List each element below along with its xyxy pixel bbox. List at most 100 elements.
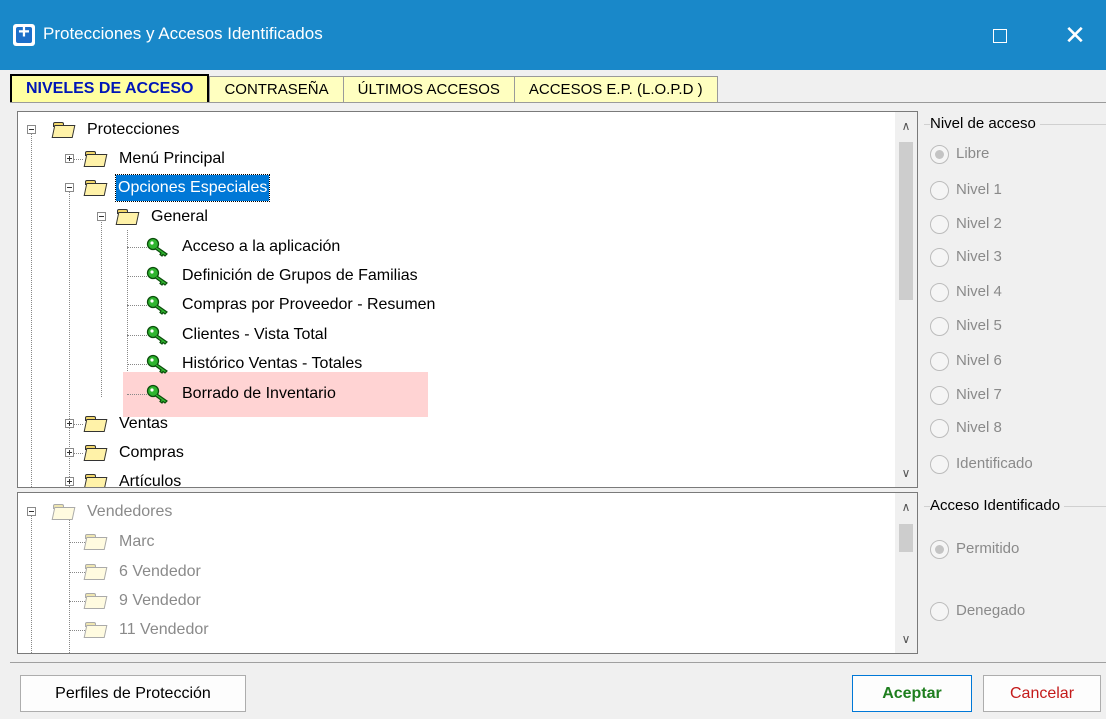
radio-identificado[interactable]: Identificado: [930, 453, 1033, 475]
tree-node-label: Opciones Especiales: [114, 174, 271, 202]
protecciones-tree[interactable]: Protecciones Menú Principal Opciones Esp…: [17, 111, 918, 488]
group-title: Nivel de acceso: [930, 115, 1040, 132]
radio-nivel-3[interactable]: Nivel 3: [930, 246, 1002, 268]
tree-node-vendedor[interactable]: 11 Vendedor: [18, 617, 888, 643]
tab-label: CONTRASEÑA: [224, 81, 329, 98]
tree-node-label: 9 Vendedor: [119, 592, 201, 609]
radio-label: Denegado: [956, 602, 1026, 619]
tree-node-label: Ventas: [119, 415, 168, 432]
radio-label: Nivel 7: [956, 386, 1002, 403]
radio-label: Nivel 2: [956, 215, 1002, 232]
tab-strip: NIVELES DE ACCESO CONTRASEÑA ÚLTIMOS ACC…: [10, 74, 718, 103]
radio-denegado[interactable]: Denegado: [930, 600, 1025, 622]
expand-icon[interactable]: [65, 477, 74, 486]
radio-nivel-5[interactable]: Nivel 5: [930, 315, 1002, 337]
vendedores-tree[interactable]: Vendedores Marc 6 Vendedor 9 Vendedor 11…: [17, 492, 918, 654]
tree-node-protecciones[interactable]: Protecciones: [18, 117, 888, 143]
scroll-up-icon[interactable]: ∧: [895, 116, 917, 136]
collapse-icon[interactable]: [27, 507, 36, 516]
title-bar: Protecciones y Accesos Identificados ✕: [0, 0, 1106, 70]
tree-line: [127, 364, 147, 365]
tree-line: [127, 335, 147, 336]
tree-node-label: Compras: [119, 444, 184, 461]
folder-open-icon: [85, 622, 106, 637]
radio-nivel-1[interactable]: Nivel 1: [930, 179, 1002, 201]
tree-node-definicion-grupos[interactable]: Definición de Grupos de Familias: [18, 263, 888, 289]
tree-node-borrado-inventario[interactable]: Borrado de Inventario: [18, 381, 888, 407]
maximize-button[interactable]: [980, 18, 1020, 52]
tree-line: [69, 601, 85, 602]
tab-niveles-de-acceso[interactable]: NIVELES DE ACCESO: [10, 74, 210, 103]
tree-node-compras[interactable]: Compras: [18, 440, 888, 466]
tree-scrollbar[interactable]: ∧ ∨: [895, 493, 917, 653]
tab-contrasena[interactable]: CONTRASEÑA: [209, 76, 343, 103]
folder-open-icon: [85, 474, 106, 487]
tree-line: [69, 630, 85, 631]
collapse-icon[interactable]: [27, 125, 36, 134]
tree-node-vendedor[interactable]: 9 Vendedor: [18, 588, 888, 614]
scroll-thumb[interactable]: [899, 142, 913, 300]
tree-line: [69, 542, 85, 543]
radio-nivel-6[interactable]: Nivel 6: [930, 350, 1002, 372]
scroll-up-icon[interactable]: ∧: [895, 497, 917, 517]
app-icon: [13, 21, 35, 46]
radio-label: Nivel 3: [956, 248, 1002, 265]
tree-node-label: Histórico Ventas - Totales: [182, 355, 363, 372]
tree-node-label: Compras por Proveedor - Resumen: [182, 296, 436, 313]
tab-label: NIVELES DE ACCESO: [26, 80, 194, 97]
tree-node-label: Definición de Grupos de Familias: [182, 267, 418, 284]
tree-node-label: Artículos: [119, 473, 182, 488]
accept-button[interactable]: Aceptar: [852, 675, 972, 712]
expand-icon[interactable]: [65, 419, 74, 428]
expand-icon[interactable]: [65, 154, 74, 163]
folder-open-icon: [53, 122, 74, 137]
tree-node-opciones-especiales[interactable]: Opciones Especiales: [18, 174, 888, 202]
tree-node-vendedor[interactable]: Marc: [18, 529, 888, 555]
key-icon: [146, 237, 168, 257]
folder-open-icon: [85, 151, 106, 166]
acceso-identificado-group: Acceso Identificado Permitido Denegado: [924, 497, 1106, 647]
tab-ultimos-accesos[interactable]: ÚLTIMOS ACCESOS: [342, 76, 514, 103]
tree-line: [127, 276, 147, 277]
tree-node-menu-principal[interactable]: Menú Principal: [18, 146, 888, 172]
folder-open-icon: [85, 416, 106, 431]
cancel-button[interactable]: Cancelar: [983, 675, 1101, 712]
collapse-icon[interactable]: [97, 212, 106, 221]
perfiles-proteccion-button[interactable]: Perfiles de Protección: [20, 675, 246, 712]
radio-label: Nivel 4: [956, 283, 1002, 300]
radio-nivel-7[interactable]: Nivel 7: [930, 384, 1002, 406]
tree-scrollbar[interactable]: ∧ ∨: [895, 112, 917, 487]
scroll-thumb[interactable]: [899, 524, 913, 552]
scroll-down-icon[interactable]: ∨: [895, 463, 917, 483]
collapse-icon[interactable]: [65, 183, 74, 192]
tab-accesos-ep-lopd[interactable]: ACCESOS E.P. (L.O.P.D ): [513, 76, 718, 103]
tree-node-acceso-aplicacion[interactable]: Acceso a la aplicación: [18, 234, 888, 260]
radio-permitido[interactable]: Permitido: [930, 538, 1019, 560]
tree-node-ventas[interactable]: Ventas: [18, 411, 888, 437]
expand-icon[interactable]: [65, 448, 74, 457]
folder-open-icon: [85, 180, 106, 195]
tab-divider: [10, 102, 1106, 103]
radio-label: Permitido: [956, 540, 1020, 557]
radio-label: Identificado: [956, 455, 1033, 472]
tree-node-clientes-vista[interactable]: Clientes - Vista Total: [18, 322, 888, 348]
radio-nivel-8[interactable]: Nivel 8: [930, 417, 1002, 439]
tree-node-compras-proveedor[interactable]: Compras por Proveedor - Resumen: [18, 292, 888, 318]
tree-node-vendedor[interactable]: 6 Vendedor: [18, 559, 888, 585]
tree-line: [69, 572, 85, 573]
tree-node-historico-ventas[interactable]: Histórico Ventas - Totales: [18, 351, 888, 377]
tree-node-general[interactable]: General: [18, 204, 888, 230]
tree-node-articulos[interactable]: Artículos: [18, 469, 888, 488]
scroll-down-icon[interactable]: ∨: [895, 629, 917, 649]
radio-label: Nivel 1: [956, 181, 1002, 198]
tree-node-vendedores[interactable]: Vendedores: [18, 499, 888, 525]
tab-label: ACCESOS E.P. (L.O.P.D ): [528, 81, 703, 98]
tree-node-label: Vendedores: [87, 503, 173, 520]
radio-libre[interactable]: Libre: [930, 143, 989, 165]
tree-line: [127, 305, 147, 306]
close-button[interactable]: ✕: [1055, 18, 1095, 52]
radio-nivel-2[interactable]: Nivel 2: [930, 213, 1002, 235]
radio-label: Nivel 8: [956, 419, 1002, 436]
radio-nivel-4[interactable]: Nivel 4: [930, 281, 1002, 303]
key-icon: [146, 325, 168, 345]
